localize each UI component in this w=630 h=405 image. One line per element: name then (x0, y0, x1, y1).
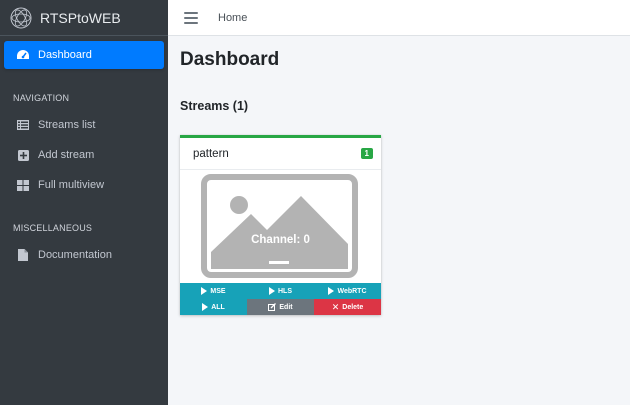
brand-name: RTSPtoWEB (40, 9, 121, 26)
button-label: Delete (342, 303, 364, 311)
plus-square-icon (16, 148, 30, 162)
sidebar-item-label: Full multiview (38, 179, 105, 191)
sidebar-item-label: Dashboard (38, 49, 92, 61)
brand-link[interactable]: RTSPtoWEB (0, 0, 168, 36)
image-placeholder-icon (201, 174, 358, 278)
main-content: Dashboard Streams (1) pattern 1 Channel:… (168, 36, 630, 405)
sidebar-item-label: Add stream (38, 149, 95, 161)
sidebar-item-label: Documentation (38, 249, 112, 261)
edit-icon (268, 303, 277, 311)
misc-section-header: MISCELLANEOUS (13, 223, 93, 233)
button-label: WebRTC (337, 287, 367, 295)
stream-card-header: pattern 1 (180, 138, 381, 170)
button-label: MSE (210, 287, 226, 295)
hamburger-icon[interactable] (184, 11, 198, 24)
grid-icon (16, 178, 30, 192)
sidebar-item-full-multiview[interactable]: Full multiview (4, 171, 164, 199)
nav-section-header: NAVIGATION (13, 93, 70, 103)
sidebar-item-add-stream[interactable]: Add stream (4, 141, 164, 169)
brand-logo-icon (10, 7, 32, 28)
streams-section-title: Streams (1) (180, 99, 249, 113)
page-title: Dashboard (180, 49, 280, 70)
sidebar-nav: Dashboard NAVIGATION Streams list Add st… (0, 36, 168, 269)
file-icon (16, 248, 30, 262)
sidebar: RTSPtoWEB Dashboard NAVIGATION Streams l… (0, 0, 168, 405)
tachometer-icon (16, 48, 30, 62)
home-link[interactable]: Home (218, 12, 247, 24)
play-all-button[interactable]: ALL (180, 299, 247, 315)
sidebar-item-documentation[interactable]: Documentation (4, 241, 164, 269)
channel-label: Channel: 0 (251, 234, 310, 246)
button-label: ALL (211, 303, 225, 311)
play-icon (201, 287, 208, 295)
play-hls-button[interactable]: HLS (247, 283, 314, 299)
edit-stream-button[interactable]: Edit (247, 299, 314, 315)
play-mse-button[interactable]: MSE (180, 283, 247, 299)
list-icon (16, 118, 30, 132)
play-icon (328, 287, 335, 295)
button-label: HLS (278, 287, 292, 295)
stream-channel-count-badge: 1 (360, 148, 373, 159)
stream-card: pattern 1 Channel: 0 MSE HLS WebRTC ALL … (180, 135, 381, 315)
sidebar-item-dashboard[interactable]: Dashboard (4, 41, 164, 69)
sidebar-item-streams-list[interactable]: Streams list (4, 111, 164, 139)
button-label: Edit (279, 303, 293, 311)
stream-name: pattern (193, 147, 229, 160)
play-icon (202, 303, 209, 311)
stream-actions: MSE HLS WebRTC ALL Edit ✕ Delete (180, 283, 381, 315)
play-webrtc-button[interactable]: WebRTC (314, 283, 381, 299)
top-navbar: Home (168, 0, 630, 36)
times-icon: ✕ (331, 301, 340, 312)
delete-stream-button[interactable]: ✕ Delete (314, 299, 381, 315)
sidebar-item-label: Streams list (38, 119, 96, 131)
play-icon (269, 287, 275, 295)
stream-preview[interactable]: Channel: 0 (180, 170, 381, 283)
